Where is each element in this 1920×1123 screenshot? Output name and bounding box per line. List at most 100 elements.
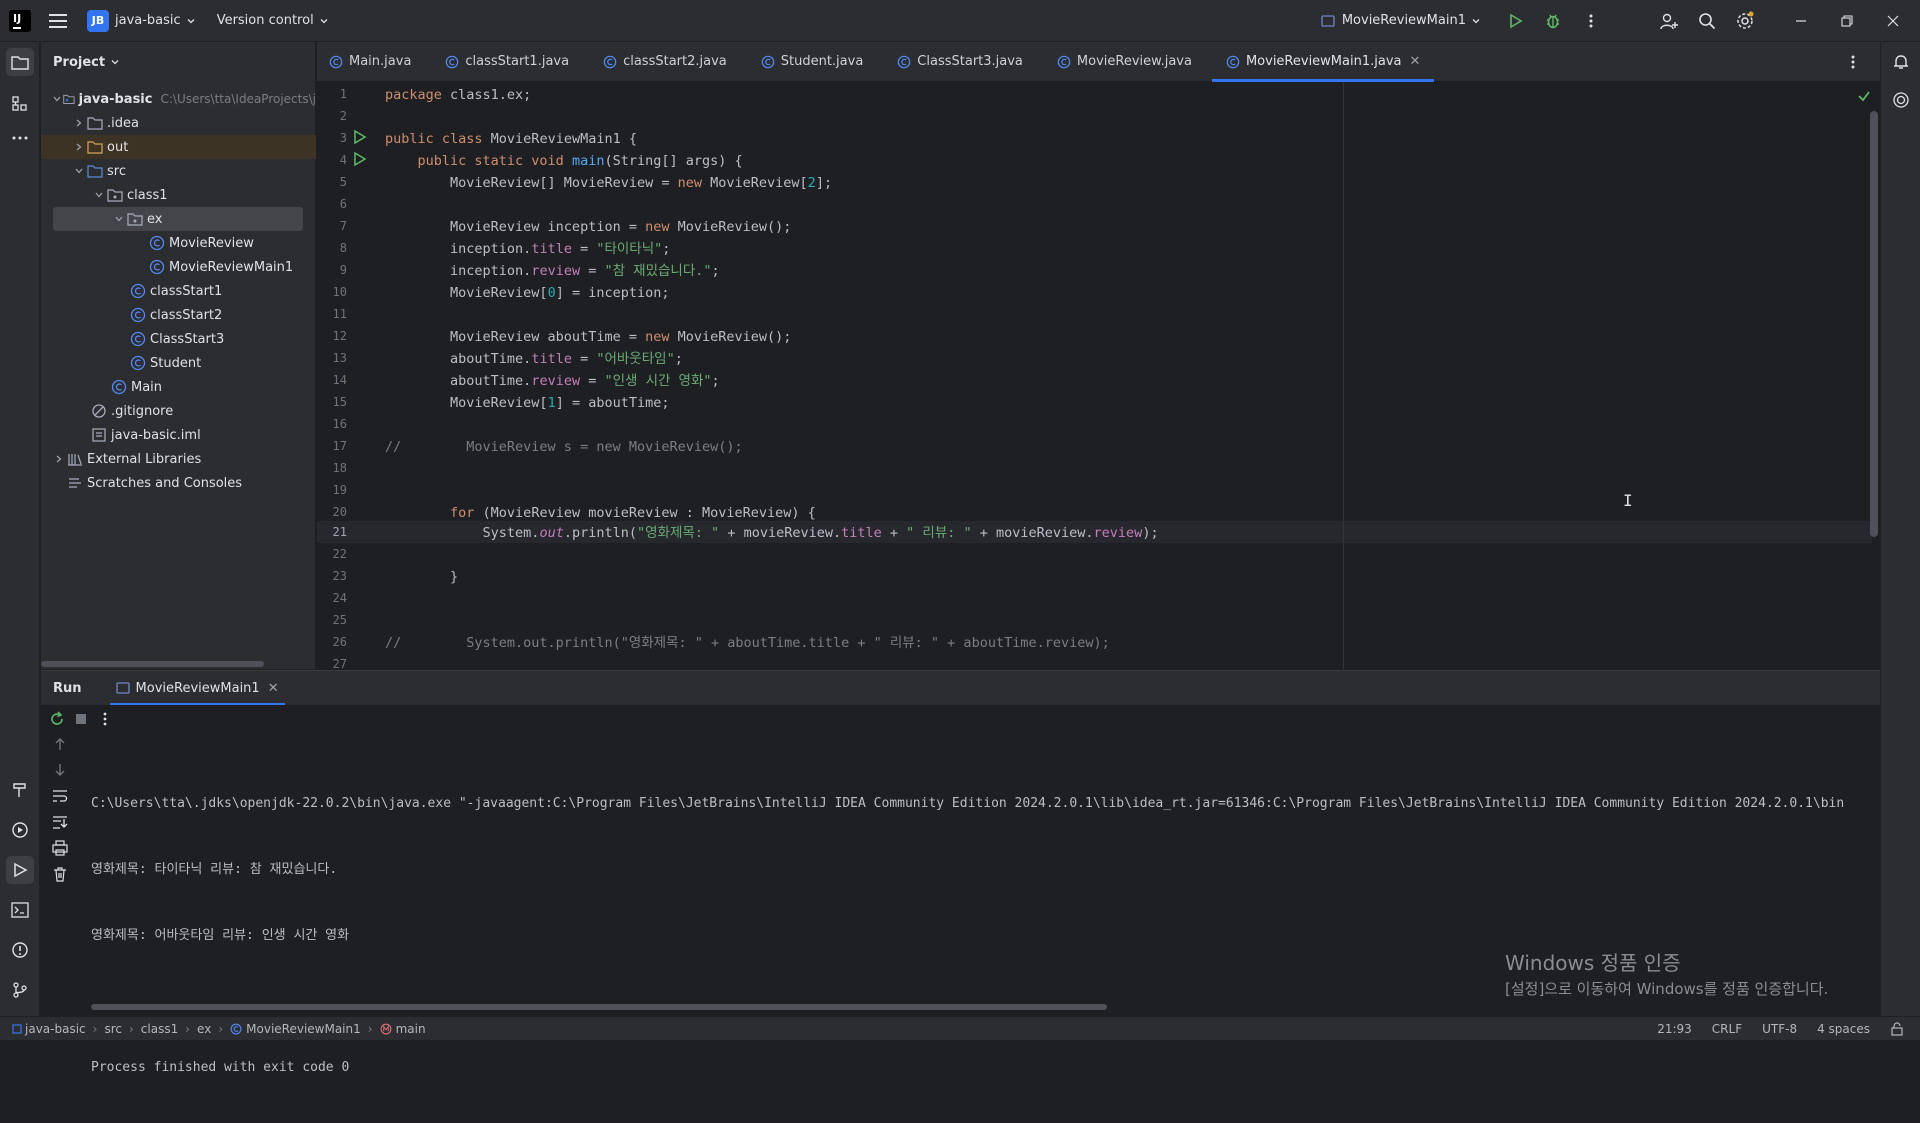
chevron-right-icon[interactable]: [71, 115, 87, 131]
tree-item-main[interactable]: Main: [41, 375, 316, 399]
tab-classstart3-java[interactable]: ClassStart3.java: [883, 42, 1037, 81]
scroll-down-button[interactable]: [51, 761, 69, 779]
minimize-button[interactable]: [1778, 6, 1824, 36]
version-control-menu[interactable]: Version control: [211, 6, 338, 36]
chevron-right-icon[interactable]: [51, 451, 67, 467]
tab-classstart2-java[interactable]: classStart2.java: [589, 42, 741, 81]
chevron-down-icon[interactable]: [71, 163, 87, 179]
run-class-gutter-icon[interactable]: [353, 130, 367, 144]
code-line[interactable]: MovieReview[0] = inception;: [385, 282, 669, 304]
project-panel-header[interactable]: Project: [41, 42, 315, 82]
close-window-button[interactable]: [1870, 6, 1916, 36]
code-editor[interactable]: 1 2 3 4 5 6 7 8 9 10 11 12 13 14 15 16 1…: [317, 83, 1880, 669]
notifications-button[interactable]: [1887, 48, 1915, 76]
breadcrumb-item[interactable]: ex: [197, 1022, 211, 1036]
tab-student-java[interactable]: Student.java: [747, 42, 878, 81]
code-line[interactable]: MovieReview[1] = aboutTime;: [385, 392, 669, 414]
structure-tool-button[interactable]: [6, 90, 34, 118]
tree-item-ex[interactable]: ex: [53, 207, 303, 231]
tree-item-idea[interactable]: .idea: [41, 111, 316, 135]
code-line[interactable]: // MovieReview s = new MovieReview();: [385, 436, 743, 458]
run-button[interactable]: [1496, 6, 1534, 36]
run-tab-moviereviewmain1[interactable]: MovieReviewMain1 ✕: [109, 671, 285, 705]
tab-moviereviewmain1-java[interactable]: MovieReviewMain1.java ✕: [1211, 42, 1435, 82]
code-line[interactable]: System.out.println("영화제목: " + movieRevie…: [385, 522, 1159, 544]
code-line[interactable]: MovieReview[] MovieReview = new MovieRev…: [385, 172, 832, 194]
code-line[interactable]: MovieReview inception = new MovieReview(…: [385, 216, 791, 238]
tab-classstart1-java[interactable]: classStart1.java: [431, 42, 583, 81]
tree-item-iml[interactable]: java-basic.iml: [41, 423, 316, 447]
code-with-me-button[interactable]: [1650, 6, 1688, 36]
code-line[interactable]: package class1.ex;: [385, 84, 531, 106]
project-horizontal-scrollbar[interactable]: [41, 661, 264, 667]
code-line[interactable]: }: [385, 566, 458, 588]
editor-vertical-scrollbar[interactable]: [1870, 111, 1878, 537]
project-switcher[interactable]: JB java-basic: [81, 6, 205, 36]
code-line[interactable]: aboutTime.review = "인생 시간 영화";: [385, 370, 720, 392]
tree-item-class1[interactable]: class1: [41, 183, 316, 207]
chevron-down-icon[interactable]: [111, 211, 127, 227]
breadcrumb-item[interactable]: MovieReviewMain1: [246, 1022, 361, 1036]
close-tab-icon[interactable]: ✕: [1409, 54, 1420, 69]
soft-wrap-button[interactable]: [51, 787, 69, 805]
code-line[interactable]: MovieReview aboutTime = new MovieReview(…: [385, 326, 791, 348]
console-horizontal-scrollbar[interactable]: [91, 1004, 1107, 1010]
run-more-button[interactable]: [93, 704, 117, 734]
restore-button[interactable]: [1824, 6, 1870, 36]
breadcrumb-item[interactable]: main: [396, 1022, 426, 1036]
clear-console-button[interactable]: [51, 865, 69, 883]
tree-item-java-basic[interactable]: java-basic C:\Users\tta\IdeaProjects\j: [41, 87, 316, 111]
indent-setting[interactable]: 4 spaces: [1817, 1022, 1870, 1036]
tree-item-moviereview[interactable]: MovieReview: [41, 231, 316, 255]
breadcrumb-item[interactable]: java-basic: [25, 1022, 86, 1036]
console-output[interactable]: C:\Users\tta\.jdks\openjdk-22.0.2\bin\ja…: [91, 749, 1844, 1123]
code-line[interactable]: aboutTime.title = "어바웃타임";: [385, 348, 683, 370]
git-tool-button[interactable]: [6, 976, 34, 1004]
tree-item-moviereviewmain1[interactable]: MovieReviewMain1: [41, 255, 316, 279]
tree-item-classstart2[interactable]: classStart2: [41, 303, 316, 327]
run-configuration-selector[interactable]: MovieReviewMain1: [1312, 6, 1490, 36]
tab-moviereview-java[interactable]: MovieReview.java: [1043, 42, 1206, 81]
project-tool-button[interactable]: [6, 48, 34, 76]
code-line[interactable]: inception.review = "참 재밌습니다.";: [385, 260, 720, 282]
more-actions-button[interactable]: [1572, 6, 1610, 36]
tab-options-button[interactable]: [1834, 42, 1872, 82]
tree-item-scratches[interactable]: Scratches and Consoles: [41, 471, 316, 495]
more-tools-button[interactable]: [6, 124, 34, 152]
code-line[interactable]: for (MovieReview movieReview : MovieRevi…: [385, 502, 816, 524]
code-line[interactable]: inception.title = "타이타닉";: [385, 238, 670, 260]
terminal-tool-button[interactable]: [6, 896, 34, 924]
ai-assistant-button[interactable]: [1887, 86, 1915, 114]
chevron-down-icon[interactable]: [91, 187, 107, 203]
tree-item-student[interactable]: Student: [41, 351, 316, 375]
chevron-down-icon[interactable]: [51, 91, 63, 107]
chevron-right-icon[interactable]: [71, 139, 87, 155]
debug-button[interactable]: [1534, 6, 1572, 36]
lock-icon[interactable]: [1890, 1021, 1904, 1036]
run-main-gutter-icon[interactable]: [353, 152, 367, 166]
scroll-to-end-button[interactable]: [51, 813, 69, 831]
print-button[interactable]: [51, 839, 69, 857]
tree-item-out[interactable]: out: [41, 135, 316, 159]
line-separator[interactable]: CRLF: [1712, 1022, 1742, 1036]
file-encoding[interactable]: UTF-8: [1762, 1022, 1797, 1036]
tab-main-java[interactable]: Main.java: [317, 42, 425, 81]
settings-button[interactable]: [1726, 6, 1764, 36]
run-tool-button[interactable]: [6, 856, 34, 884]
main-menu-icon[interactable]: [39, 6, 77, 36]
tree-item-src[interactable]: src: [41, 159, 316, 183]
tree-item-classstart3[interactable]: ClassStart3: [41, 327, 316, 351]
tree-item-classstart1[interactable]: classStart1: [41, 279, 316, 303]
breadcrumb-item[interactable]: class1: [141, 1022, 178, 1036]
breadcrumb-item[interactable]: src: [104, 1022, 122, 1036]
code-line[interactable]: public static void main(String[] args) {: [385, 150, 743, 172]
close-run-tab-icon[interactable]: ✕: [268, 681, 279, 696]
tree-item-gitignore[interactable]: .gitignore: [41, 399, 316, 423]
build-tool-button[interactable]: [6, 776, 34, 804]
scroll-up-button[interactable]: [51, 735, 69, 753]
code-line[interactable]: // System.out.println("영화제목: " + aboutTi…: [385, 632, 1110, 654]
editor-gutter[interactable]: 1 2 3 4 5 6 7 8 9 10 11 12 13 14 15 16 1…: [317, 83, 385, 669]
tree-item-external-libraries[interactable]: External Libraries: [41, 447, 316, 471]
code-line[interactable]: public class MovieReviewMain1 {: [385, 128, 637, 150]
problems-tool-button[interactable]: [6, 936, 34, 964]
